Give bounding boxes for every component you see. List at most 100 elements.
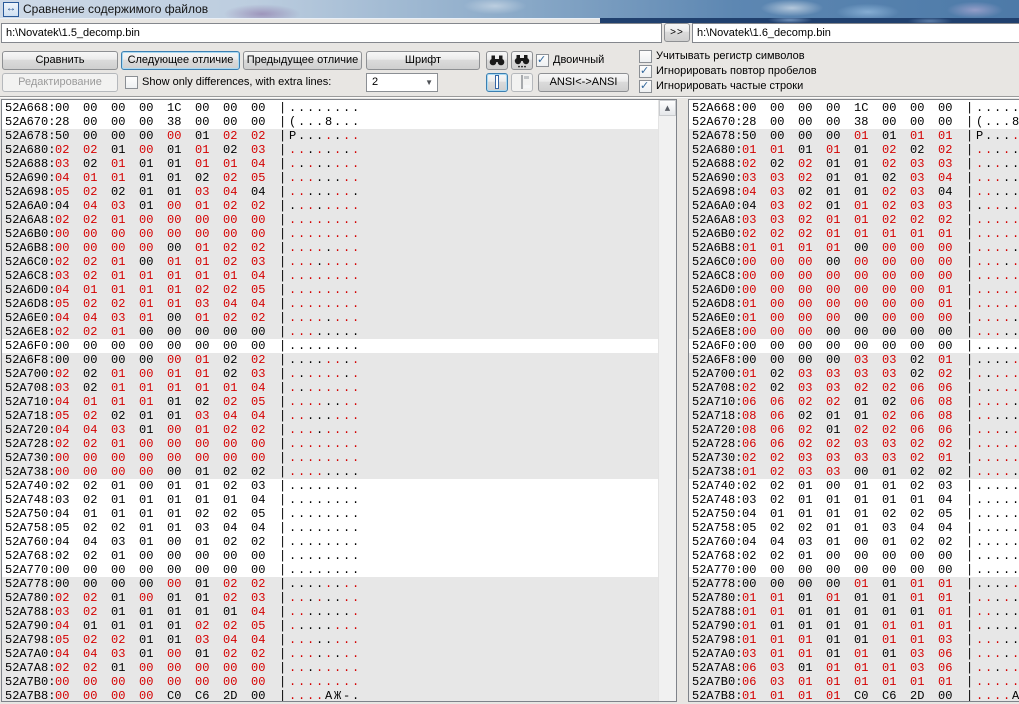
hex-row: 52A738:0000000000010202|........ xyxy=(2,465,659,479)
binoculars-icon xyxy=(489,55,505,66)
hex-row: 52A778:0000000001010101|........ xyxy=(689,577,1019,591)
hex-row: 52A720:0404030100010202|........ xyxy=(2,423,659,437)
hex-row: 52A690:0303020101020304|........ xyxy=(689,171,1019,185)
compare-button[interactable]: Сравнить xyxy=(2,51,118,70)
hex-row: 52A790:0101010101010101|........ xyxy=(689,619,1019,633)
hex-row: 52A7B8:01010101C0C62D00|....АЖ-. xyxy=(689,689,1019,701)
hex-row: 52A7B0:0000000000000000|........ xyxy=(2,675,659,689)
extra-lines-dropdown[interactable]: 2 ▼ xyxy=(366,73,438,92)
right-file-path-field[interactable]: h:\Novatek\1.6_decomp.bin xyxy=(692,23,1019,43)
hex-row: 52A6F0:0000000000000000|........ xyxy=(689,339,1019,353)
font-button[interactable]: Шрифт xyxy=(366,51,480,70)
hex-row: 52A680:0101010101020202|........ xyxy=(689,143,1019,157)
hex-row: 52A700:0202010001010203|........ xyxy=(2,367,659,381)
binary-checkbox-label: Двоичный xyxy=(553,54,604,67)
hex-row: 52A6E8:0202010000000000|........ xyxy=(2,325,659,339)
hex-row: 52A7A0:0404030100010202|........ xyxy=(2,647,659,661)
chevron-down-icon: ▼ xyxy=(425,78,433,87)
previous-difference-button[interactable]: Предыдущее отличие xyxy=(243,51,362,70)
hex-row: 52A670:2800000038000000|(...8... xyxy=(2,115,659,129)
titlebar[interactable]: ↔ Сравнение содержимого файлов xyxy=(0,0,1019,19)
hex-row: 52A770:0000000000000000|........ xyxy=(689,563,1019,577)
save-icon xyxy=(521,75,523,89)
hex-row: 52A748:0302010101010104|........ xyxy=(2,493,659,507)
find-button[interactable] xyxy=(486,51,508,70)
extra-lines-value: 2 xyxy=(372,76,378,88)
hex-row: 52A6B0:0202020101010101|........ xyxy=(689,227,1019,241)
scroll-up-button[interactable]: ▲ xyxy=(659,100,676,116)
hex-row: 52A6D0:0401010101020205|........ xyxy=(2,283,659,297)
hex-row: 52A6F8:0000000000010202|........ xyxy=(2,353,659,367)
split-layout-button[interactable] xyxy=(486,73,508,92)
ignore-spaces-checkbox[interactable]: ✓ xyxy=(639,65,652,78)
hex-row: 52A710:0606020201020608|........ xyxy=(689,395,1019,409)
case-sensitive-checkbox[interactable]: ✓ xyxy=(639,50,652,63)
hex-row: 52A6A8:0202010000000000|........ xyxy=(2,213,659,227)
binoculars-dots-icon xyxy=(514,55,530,68)
hex-row: 52A6C0:0202010001010203|........ xyxy=(2,255,659,269)
window-title: Сравнение содержимого файлов xyxy=(23,2,208,16)
split-window-icon xyxy=(495,75,499,89)
hex-row: 52A6E0:0100000000000000|........ xyxy=(689,311,1019,325)
hex-row: 52A6F0:0000000000000000|........ xyxy=(2,339,659,353)
hex-row: 52A758:0502020101030404|........ xyxy=(689,521,1019,535)
hex-row: 52A718:0806020101020608|........ xyxy=(689,409,1019,423)
hex-row: 52A688:0302010101010104|........ xyxy=(2,157,659,171)
checkmark-icon: ✓ xyxy=(537,55,548,65)
hex-row: 52A740:0202010001010203|........ xyxy=(689,479,1019,493)
hex-row: 52A698:0502020101030404|........ xyxy=(2,185,659,199)
hex-row: 52A750:0401010101020205|........ xyxy=(689,507,1019,521)
next-difference-button[interactable]: Следующее отличие xyxy=(121,51,240,70)
hex-row: 52A668:000000001C000000|........ xyxy=(2,101,659,115)
ignore-frequent-lines-checkbox[interactable]: ✓ xyxy=(639,80,652,93)
left-hex-pane[interactable]: 52A668:000000001C000000|........52A670:2… xyxy=(1,99,677,702)
hex-row: 52A6A0:0403020101020303|........ xyxy=(689,199,1019,213)
hex-row: 52A780:0202010001010203|........ xyxy=(2,591,659,605)
hex-row: 52A770:0000000000000000|........ xyxy=(2,563,659,577)
hex-row: 52A750:0401010101020205|........ xyxy=(2,507,659,521)
hex-row: 52A6C8:0000000000000000|........ xyxy=(689,269,1019,283)
hex-row: 52A798:0502020101030404|........ xyxy=(2,633,659,647)
hex-row: 52A7A8:0202010000000000|........ xyxy=(2,661,659,675)
hex-row: 52A668:000000001C000000|........ xyxy=(689,101,1019,115)
edit-button[interactable]: Редактирование xyxy=(2,73,118,92)
hex-row: 52A728:0202010000000000|........ xyxy=(2,437,659,451)
hex-row: 52A6A8:0303020101020202|........ xyxy=(689,213,1019,227)
swap-files-button[interactable]: >> xyxy=(664,23,690,42)
hex-row: 52A710:0401010101020205|........ xyxy=(2,395,659,409)
hex-row: 52A700:0102030303030202|........ xyxy=(689,367,1019,381)
hex-row: 52A6E0:0404030100010202|........ xyxy=(2,311,659,325)
hex-row: 52A678:5000000000010202|P....... xyxy=(2,129,659,143)
ignore-spaces-checkbox-label: Игнорировать повтор пробелов xyxy=(656,65,817,78)
binary-checkbox[interactable]: ✓ xyxy=(536,54,549,67)
hex-row: 52A760:0404030100010202|........ xyxy=(2,535,659,549)
hex-row: 52A6E8:0000000000000000|........ xyxy=(689,325,1019,339)
ignore-frequent-lines-checkbox-label: Игнорировать частые строки xyxy=(656,80,803,93)
hex-row: 52A690:0401010101020205|........ xyxy=(2,171,659,185)
hex-row: 52A6D8:0100000000000001|........ xyxy=(689,297,1019,311)
hex-row: 52A7B8:00000000C0C62D00|....АЖ-. xyxy=(2,689,659,701)
hex-row: 52A678:5000000001010101|P....... xyxy=(689,129,1019,143)
left-file-path-field[interactable]: h:\Novatek\1.5_decomp.bin xyxy=(1,23,662,43)
hex-row: 52A778:0000000000010202|........ xyxy=(2,577,659,591)
case-sensitive-checkbox-label: Учитывать регистр символов xyxy=(656,50,805,63)
left-pane-scrollbar[interactable]: ▲ xyxy=(658,100,676,701)
hex-row: 52A730:0202030303030201|........ xyxy=(689,451,1019,465)
hex-row: 52A768:0202010000000000|........ xyxy=(2,549,659,563)
save-button[interactable] xyxy=(511,73,533,92)
hex-row: 52A6A0:0404030100010202|........ xyxy=(2,199,659,213)
hex-row: 52A708:0202030302020606|........ xyxy=(689,381,1019,395)
show-only-differences-checkbox[interactable]: ✓ xyxy=(125,76,138,89)
hex-row: 52A6C8:0302010101010104|........ xyxy=(2,269,659,283)
hex-row: 52A790:0401010101020205|........ xyxy=(2,619,659,633)
hex-row: 52A7A8:0603010101010306|........ xyxy=(689,661,1019,675)
find-with-options-button[interactable] xyxy=(511,51,533,70)
up-arrow-icon: ▲ xyxy=(665,104,670,112)
hex-row: 52A7A0:0301010101010306|........ xyxy=(689,647,1019,661)
hex-row: 52A6B8:0101010100000000|........ xyxy=(689,241,1019,255)
left-hex-dump: 52A668:000000001C000000|........52A670:2… xyxy=(2,100,659,701)
right-hex-pane[interactable]: 52A668:000000001C000000|........52A670:2… xyxy=(688,99,1019,702)
right-hex-dump: 52A668:000000001C000000|........52A670:2… xyxy=(689,100,1019,701)
hex-row: 52A758:0502020101030404|........ xyxy=(2,521,659,535)
ansi-convert-button[interactable]: ANSI<->ANSI xyxy=(538,73,629,92)
